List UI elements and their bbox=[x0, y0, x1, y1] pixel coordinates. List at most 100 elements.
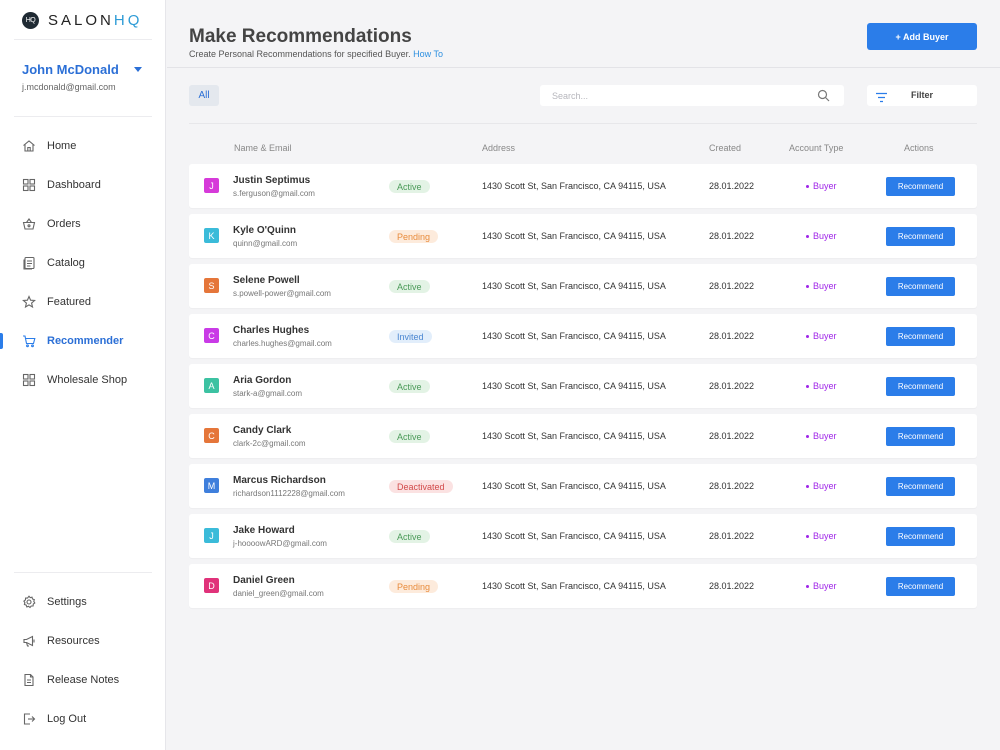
buyer-address: 1430 Scott St, San Francisco, CA 94115, … bbox=[482, 431, 666, 441]
home-icon bbox=[22, 139, 36, 153]
grid-icon bbox=[22, 373, 36, 387]
account-type: Buyer bbox=[806, 281, 837, 291]
account-type: Buyer bbox=[806, 531, 837, 541]
avatar: K bbox=[204, 228, 219, 243]
filter-icon bbox=[875, 90, 888, 103]
filter-chip-all[interactable]: All bbox=[189, 85, 219, 106]
dot-icon bbox=[806, 234, 809, 238]
sidebar-item-recommender[interactable]: Recommender bbox=[0, 327, 165, 355]
buyer-name: Charles Hughes bbox=[233, 325, 310, 336]
logout-icon bbox=[22, 712, 36, 726]
table-row[interactable]: A Aria Gordon stark-a@gmail.com Active 1430 … bbox=[189, 364, 977, 408]
buyer-email: j-hoooowARD@gmail.com bbox=[233, 539, 327, 548]
avatar: D bbox=[204, 578, 219, 593]
sidebar-item-dashboard[interactable]: Dashboard bbox=[0, 171, 165, 199]
created-date: 28.01.2022 bbox=[709, 331, 755, 341]
buyer-email: daniel_green@gmail.com bbox=[233, 589, 324, 598]
user-email: j.mcdonald@gmail.com bbox=[22, 82, 116, 92]
chevron-down-icon[interactable] bbox=[134, 67, 142, 72]
dot-icon bbox=[806, 184, 809, 188]
account-type: Buyer bbox=[806, 581, 837, 591]
recommend-button[interactable]: Recommend bbox=[886, 427, 955, 446]
document-icon bbox=[22, 673, 36, 687]
sidebar-item-settings[interactable]: Settings bbox=[0, 588, 165, 616]
search-input[interactable] bbox=[552, 88, 812, 103]
account-type: Buyer bbox=[806, 481, 837, 491]
account-type: Buyer bbox=[806, 431, 837, 441]
column-header-name: Name & Email bbox=[234, 143, 292, 153]
sidebar-item-featured[interactable]: Featured bbox=[0, 288, 165, 316]
search-icon[interactable] bbox=[817, 89, 830, 102]
recommend-button[interactable]: Recommend bbox=[886, 477, 955, 496]
logo[interactable]: HQ SALONHQ bbox=[22, 10, 142, 30]
sidebar-item-log-out[interactable]: Log Out bbox=[0, 705, 165, 733]
add-buyer-button[interactable]: + Add Buyer bbox=[867, 23, 977, 50]
table-row[interactable]: K Kyle O'Quinn quinn@gmail.com Pending 1430 … bbox=[189, 214, 977, 258]
sidebar-item-resources[interactable]: Resources bbox=[0, 627, 165, 655]
status-badge: Pending bbox=[389, 580, 439, 593]
recommend-button[interactable]: Recommend bbox=[886, 527, 955, 546]
page-header: Make Recommendations Create Personal Rec… bbox=[167, 0, 1000, 68]
buyer-name: Daniel Green bbox=[233, 575, 295, 586]
created-date: 28.01.2022 bbox=[709, 481, 755, 491]
sidebar-item-catalog[interactable]: Catalog bbox=[0, 249, 165, 277]
avatar: S bbox=[204, 278, 219, 293]
table-row[interactable]: C Charles Hughes charles.hughes@gmail.com I… bbox=[189, 314, 977, 358]
buyer-email: stark-a@gmail.com bbox=[233, 389, 303, 398]
dot-icon bbox=[806, 484, 809, 488]
table-row[interactable]: S Selene Powell s.powell-power@gmail.com Ac… bbox=[189, 264, 977, 308]
status-badge: Active bbox=[389, 280, 430, 293]
recommend-button[interactable]: Recommend bbox=[886, 327, 955, 346]
account-type: Buyer bbox=[806, 381, 837, 391]
created-date: 28.01.2022 bbox=[709, 531, 755, 541]
table-row[interactable]: J Jake Howard j-hoooowARD@gmail.com Active 1… bbox=[189, 514, 977, 558]
user-name[interactable]: John McDonald bbox=[22, 62, 119, 77]
sidebar-item-orders[interactable]: Orders bbox=[0, 210, 165, 238]
megaphone-icon bbox=[22, 634, 36, 648]
filter-button[interactable]: Filter bbox=[867, 85, 977, 106]
page-title: Make Recommendations bbox=[189, 26, 412, 47]
sidebar-item-label: Home bbox=[47, 140, 77, 152]
column-header-address: Address bbox=[482, 143, 516, 153]
buyer-address: 1430 Scott St, San Francisco, CA 94115, … bbox=[482, 581, 666, 591]
status-badge: Active bbox=[389, 530, 430, 543]
status-badge: Invited bbox=[389, 330, 432, 343]
sidebar-item-release-notes[interactable]: Release Notes bbox=[0, 666, 165, 694]
column-header-actions: Actions bbox=[904, 143, 934, 153]
buyer-email: clark-2c@gmail.com bbox=[233, 439, 306, 448]
recommend-button[interactable]: Recommend bbox=[886, 177, 955, 196]
table-row[interactable]: C Candy Clark clark-2c@gmail.com Active 1430… bbox=[189, 414, 977, 458]
basket-icon bbox=[22, 217, 36, 231]
recommend-button[interactable]: Recommend bbox=[886, 377, 955, 396]
buyer-address: 1430 Scott St, San Francisco, CA 94115, … bbox=[482, 381, 666, 391]
filter-label: Filter bbox=[911, 90, 934, 100]
table-row[interactable]: M Marcus Richardson richardson1112228@gmai… bbox=[189, 464, 977, 508]
column-header-created: Created bbox=[709, 143, 742, 153]
buyer-address: 1430 Scott St, San Francisco, CA 94115, … bbox=[482, 531, 666, 541]
avatar: M bbox=[204, 478, 219, 493]
divider bbox=[14, 116, 152, 117]
sidebar-item-label: Wholesale Shop bbox=[47, 374, 128, 386]
how-to-link[interactable]: How To bbox=[413, 49, 443, 59]
buyer-email: quinn@gmail.com bbox=[233, 239, 298, 248]
created-date: 28.01.2022 bbox=[709, 431, 755, 441]
logo-text: SALONHQ bbox=[48, 11, 143, 29]
sidebar-item-label: Catalog bbox=[47, 257, 85, 269]
sidebar-item-label: Release Notes bbox=[47, 674, 120, 686]
table-row[interactable]: J Justin Septimus s.ferguson@gmail.com Acti… bbox=[189, 164, 977, 208]
logo-mark: HQ bbox=[22, 11, 39, 29]
avatar: C bbox=[204, 328, 219, 343]
sidebar-item-home[interactable]: Home bbox=[0, 132, 165, 160]
sidebar-item-wholesale-shop[interactable]: Wholesale Shop bbox=[0, 366, 165, 394]
status-badge: Active bbox=[389, 430, 430, 443]
recommend-button[interactable]: Recommend bbox=[886, 577, 955, 596]
recommend-button[interactable]: Recommend bbox=[886, 277, 955, 296]
created-date: 28.01.2022 bbox=[709, 381, 755, 391]
dot-icon bbox=[806, 334, 809, 338]
recommend-button[interactable]: Recommend bbox=[886, 227, 955, 246]
gear-icon bbox=[22, 595, 36, 609]
table-row[interactable]: D Daniel Green daniel_green@gmail.com Pendi… bbox=[189, 564, 977, 608]
sidebar-item-label: Featured bbox=[47, 296, 92, 308]
created-date: 28.01.2022 bbox=[709, 581, 755, 591]
column-header-account-type: Account Type bbox=[789, 143, 844, 153]
